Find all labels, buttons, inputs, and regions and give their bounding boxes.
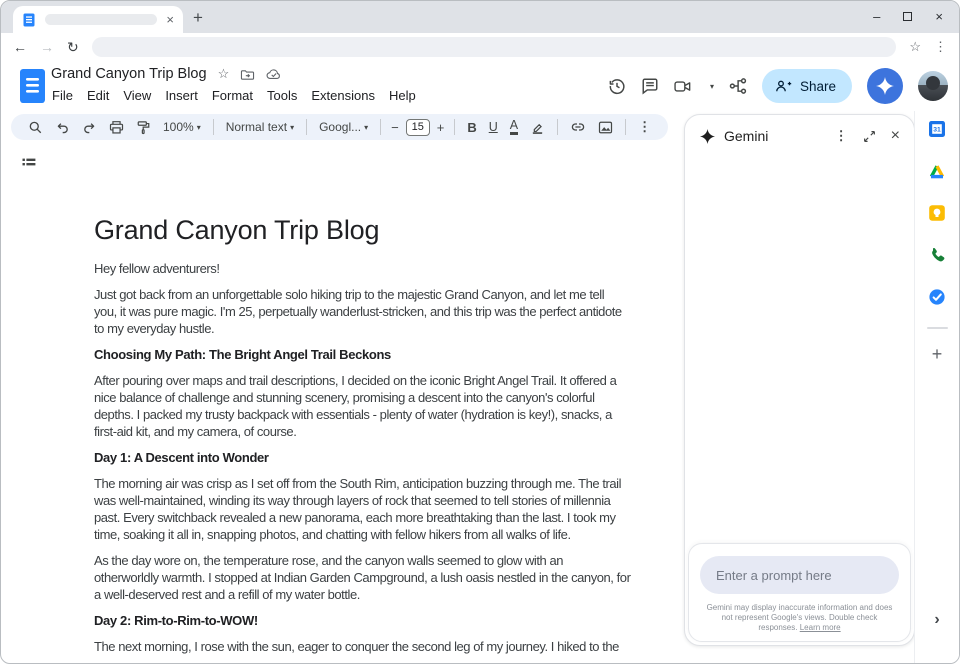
svg-text:31: 31 [933, 127, 941, 134]
paint-format-icon[interactable] [130, 120, 157, 135]
menu-tools[interactable]: Tools [260, 87, 304, 104]
gemini-more-icon[interactable]: ⋮ [835, 128, 848, 144]
new-tab-button[interactable]: + [193, 8, 203, 28]
doc-paragraph: Just got back from an unforgettable solo… [94, 286, 656, 337]
keep-icon[interactable] [928, 204, 946, 222]
insert-link-icon[interactable] [564, 119, 592, 135]
menu-file[interactable]: File [45, 87, 80, 104]
browser-tab[interactable]: × [13, 6, 183, 33]
tab-close-icon[interactable]: × [166, 13, 174, 26]
highlight-color-icon[interactable] [524, 120, 551, 135]
menu-help[interactable]: Help [382, 87, 423, 104]
gemini-disclaimer: Gemini may display inaccurate informatio… [700, 603, 899, 633]
comments-icon[interactable] [641, 77, 659, 95]
document-canvas[interactable]: Grand Canyon Trip Blog Hey fellow adventu… [94, 213, 656, 664]
menu-bar: FileEditViewInsertFormatToolsExtensionsH… [45, 87, 423, 104]
undo-icon[interactable] [49, 120, 76, 135]
doc-heading-title: Grand Canyon Trip Blog [94, 213, 656, 247]
menu-edit[interactable]: Edit [80, 87, 116, 104]
share-people-icon [775, 79, 792, 93]
get-addons-button[interactable]: + [915, 344, 959, 365]
bold-button[interactable]: B [461, 120, 482, 135]
address-bar-row: ← → ↻ ☆ ⋮ [1, 33, 959, 61]
document-title[interactable]: Grand Canyon Trip Blog [51, 66, 207, 82]
cloud-saved-icon[interactable] [266, 68, 282, 80]
font-size-decrease-button[interactable]: − [387, 120, 403, 135]
maximize-button[interactable] [903, 12, 912, 21]
tab-strip: × + – × [1, 1, 959, 33]
doc-section-heading: Day 2: Rim-to-Rim-to-WOW! [94, 612, 656, 629]
reload-icon[interactable]: ↻ [67, 40, 79, 54]
gemini-panel-header: Gemini ⋮ × [685, 115, 914, 144]
drive-icon[interactable] [928, 162, 946, 180]
menu-insert[interactable]: Insert [158, 87, 205, 104]
print-icon[interactable] [103, 120, 130, 135]
docs-logo-icon[interactable] [19, 68, 46, 104]
font-select[interactable]: Googl...▾ [313, 120, 374, 134]
gemini-spark-button[interactable] [867, 68, 903, 104]
tab-title-redacted [45, 14, 157, 25]
bookmark-star-icon[interactable]: ☆ [909, 39, 921, 55]
redo-icon[interactable] [76, 120, 103, 135]
doc-paragraph: The morning air was crisp as I set off f… [94, 475, 656, 543]
doc-section-heading: Choosing My Path: The Bright Angel Trail… [94, 346, 656, 363]
docs-header: Grand Canyon Trip Blog ☆ FileEditViewIns… [1, 61, 959, 111]
document-outline-icon[interactable] [21, 156, 37, 172]
doc-paragraph: Hey fellow adventurers! [94, 260, 656, 277]
version-history-icon[interactable] [608, 77, 626, 95]
text-color-button[interactable]: A [504, 120, 524, 135]
minimize-button[interactable]: – [873, 10, 880, 23]
doc-paragraph: As the day wore on, the temperature rose… [94, 552, 656, 603]
collapse-panel-chevron-icon[interactable]: › [915, 611, 959, 629]
star-document-icon[interactable]: ☆ [218, 66, 230, 82]
gemini-close-icon[interactable]: × [891, 128, 900, 144]
share-button-label: Share [800, 79, 836, 94]
learn-more-link[interactable]: Learn more [800, 623, 841, 632]
doc-paragraph: After pouring over maps and trail descri… [94, 372, 656, 440]
move-folder-icon[interactable] [240, 68, 255, 81]
gemini-panel: Gemini ⋮ × Gemini may display inaccurate… [684, 114, 915, 646]
address-input[interactable] [92, 37, 897, 57]
browser-menu-icon[interactable]: ⋮ [934, 39, 947, 55]
gemini-prompt-card: Gemini may display inaccurate informatio… [688, 543, 911, 642]
search-menus-icon[interactable] [22, 120, 49, 135]
forward-icon[interactable]: → [40, 40, 54, 54]
styles-select[interactable]: Normal text▾ [220, 120, 300, 134]
share-button[interactable]: Share [762, 69, 852, 103]
side-panel-rail: 31 + › [914, 111, 959, 663]
insert-image-icon[interactable] [592, 120, 619, 135]
zoom-select[interactable]: 100%▾ [157, 120, 207, 134]
meet-dropdown-caret-icon[interactable]: ▾ [710, 82, 714, 91]
calendar-icon[interactable]: 31 [928, 120, 946, 138]
menu-format[interactable]: Format [205, 87, 260, 104]
close-button[interactable]: × [935, 10, 943, 23]
doc-paragraph: The next morning, I rose with the sun, e… [94, 638, 656, 655]
contacts-phone-icon[interactable] [928, 246, 946, 264]
tasks-icon[interactable] [928, 288, 946, 306]
back-icon[interactable]: ← [13, 40, 27, 54]
docs-favicon [22, 13, 36, 27]
rail-divider [927, 327, 948, 329]
underline-button[interactable]: U [483, 120, 504, 134]
font-size-input[interactable]: 15 [406, 119, 430, 136]
gemini-spark-icon [700, 129, 715, 144]
menu-extensions[interactable]: Extensions [304, 87, 382, 104]
menu-view[interactable]: View [116, 87, 158, 104]
gemini-expand-icon[interactable] [863, 130, 876, 143]
gemini-panel-title: Gemini [724, 128, 835, 144]
browser-window: × + – × ← → ↻ ☆ ⋮ Grand Canyon Trip Blog… [0, 0, 960, 664]
toolbar: 100%▾ Normal text▾ Googl...▾ − 15 + B U … [11, 114, 668, 140]
doc-section-heading: Day 1: A Descent into Wonder [94, 449, 656, 466]
account-avatar[interactable] [918, 71, 948, 101]
toolbar-more-icon[interactable]: ⋮ [632, 119, 657, 135]
window-controls: – × [873, 10, 943, 23]
gemini-prompt-input[interactable] [700, 556, 899, 594]
meet-camera-icon[interactable] [674, 79, 692, 94]
activity-tree-icon[interactable] [729, 77, 747, 95]
font-size-increase-button[interactable]: + [433, 120, 449, 135]
